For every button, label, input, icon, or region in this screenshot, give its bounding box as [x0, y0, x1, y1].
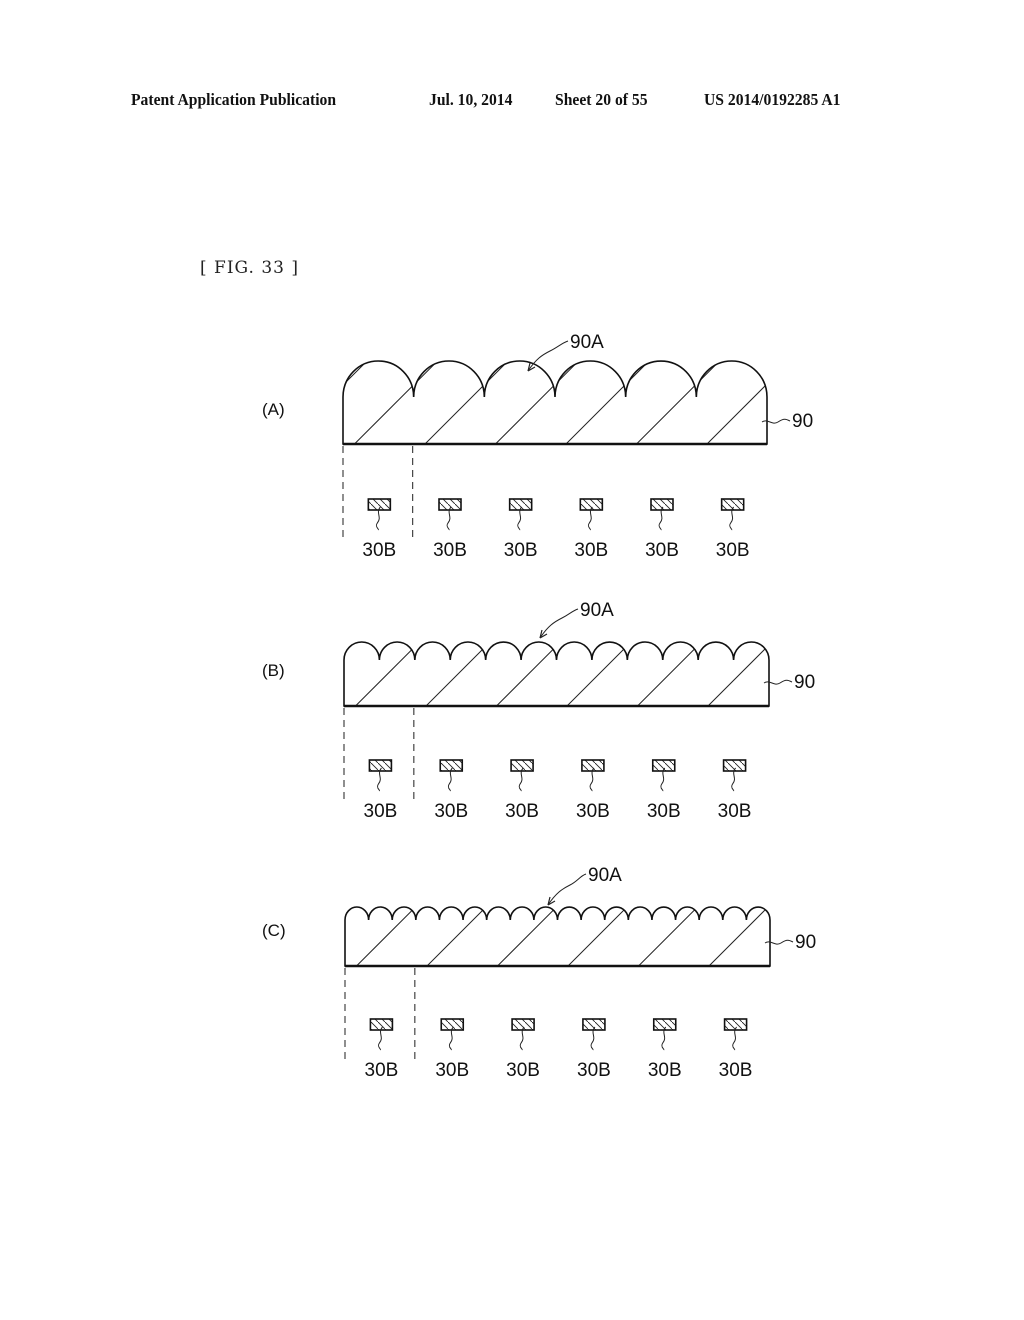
body-label: 90 — [792, 411, 813, 432]
emitter-30b: 30B — [506, 1018, 540, 1081]
emitter-30b: 30B — [365, 1018, 399, 1081]
emitter-30b: 30B — [719, 1018, 753, 1081]
emitter-label: 30B — [574, 540, 608, 561]
emitter-label: 30B — [577, 1060, 611, 1081]
emitter-30b: 30B — [434, 759, 468, 822]
hatch-line — [424, 360, 546, 444]
hatch-line — [144, 586, 264, 706]
hatch-line — [345, 907, 407, 966]
hatch-line — [356, 907, 477, 966]
hatch-line — [214, 324, 334, 444]
emitter-30b: 30B — [716, 498, 750, 561]
emitter-30b: 30B — [433, 498, 467, 561]
emitter-label: 30B — [576, 801, 610, 822]
hatch-line — [638, 907, 759, 966]
hatch-line — [497, 907, 618, 966]
hatch-line — [850, 846, 970, 966]
arrow-head-icon — [547, 896, 556, 906]
panel-b: 30B 30B 30B 30B 30B 30B 90A 90 — [144, 586, 969, 822]
emitter-30b: 30B — [505, 759, 539, 822]
lens-array-outline — [344, 906, 771, 967]
lens-array-leader — [547, 873, 587, 906]
hatch-line — [145, 846, 265, 966]
emitter-30b: 30B — [504, 498, 538, 561]
body-label: 90 — [794, 672, 815, 693]
emitter-30b: 30B — [574, 498, 608, 561]
arrow-head-icon — [539, 629, 548, 639]
hatch-line — [143, 324, 263, 444]
emitter-30b: 30B — [435, 1018, 469, 1081]
lens-array-leader — [527, 340, 569, 372]
emitter-30b: 30B — [362, 498, 396, 561]
emitter-label: 30B — [435, 1060, 469, 1081]
emitter-30b: 30B — [647, 759, 681, 822]
emitter-label: 30B — [716, 540, 750, 561]
hatch-line — [354, 360, 475, 444]
emitter-label: 30B — [433, 540, 467, 561]
emitter-label: 30B — [434, 801, 468, 822]
hatch-line — [216, 846, 336, 966]
emitter-label: 30B — [647, 801, 681, 822]
hatch-line — [343, 360, 405, 444]
emitter-label: 30B — [505, 801, 539, 822]
emitter-label: 30B — [645, 540, 679, 561]
emitter-label: 30B — [362, 540, 396, 561]
lens-array-leader — [539, 608, 579, 639]
hatch-line — [426, 907, 548, 966]
lens-array-label: 90A — [588, 865, 622, 886]
emitter-30b: 30B — [364, 759, 398, 822]
hatch-line — [636, 360, 757, 444]
emitter-30b: 30B — [718, 759, 752, 822]
emitter-label: 30B — [648, 1060, 682, 1081]
emitter-30b: 30B — [648, 1018, 682, 1081]
hatch-line — [215, 586, 335, 706]
figure-drawing: 30B 30B 30B 30B 30B 30B90A90 30B 30B 30B 30B 30B 3… — [143, 324, 970, 1081]
emitter-label: 30B — [365, 1060, 399, 1081]
hatch-pattern — [145, 846, 970, 966]
hatch-pattern — [144, 586, 969, 706]
lens-array-outline — [343, 641, 770, 707]
emitter-30b: 30B — [645, 498, 679, 561]
hatch-line — [849, 586, 969, 706]
emitter-30b: 30B — [576, 759, 610, 822]
hatch-line — [848, 324, 968, 444]
emitter-label: 30B — [719, 1060, 753, 1081]
body-label: 90 — [795, 932, 816, 953]
lens-array-outline — [342, 360, 768, 445]
hatch-pattern — [143, 324, 968, 444]
panel-a: 30B 30B 30B 30B 30B 30B 90A 90 — [143, 324, 968, 561]
emitter-label: 30B — [718, 801, 752, 822]
panel-c: 30B 30B 30B 30B 30B 30B 90A 90 — [145, 846, 970, 1081]
emitter-30b: 30B — [577, 1018, 611, 1081]
emitter-label: 30B — [504, 540, 538, 561]
lens-array-label: 90A — [580, 600, 614, 621]
hatch-line — [567, 907, 689, 966]
emitter-label: 30B — [506, 1060, 540, 1081]
lens-array-label: 90A — [570, 332, 604, 353]
emitter-label: 30B — [364, 801, 398, 822]
